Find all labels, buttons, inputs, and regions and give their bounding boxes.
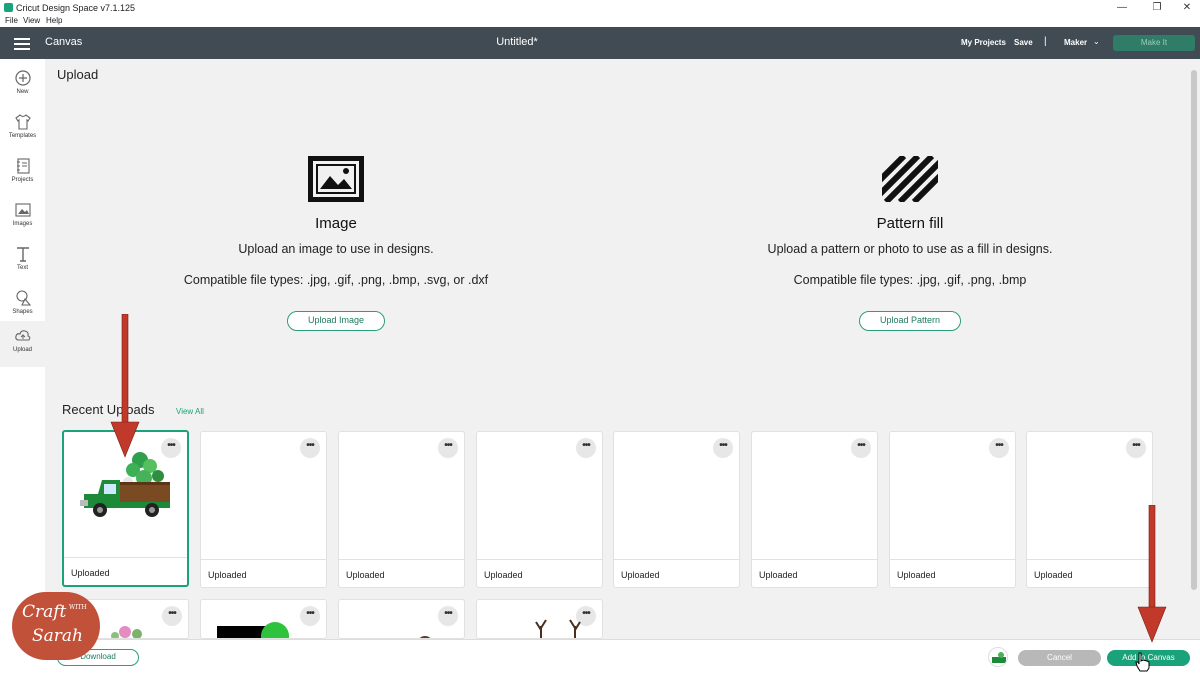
upload-card-label: Uploaded (1034, 570, 1073, 580)
view-all-link[interactable]: View All (176, 407, 204, 416)
sidebar-item-images[interactable]: Images (0, 195, 45, 239)
sidebar-item-templates[interactable]: Templates (0, 107, 45, 151)
sidebar-item-label: Templates (8, 133, 37, 139)
image-description: Upload an image to use in designs. (238, 242, 434, 256)
logo-line2: Sarah (32, 626, 83, 646)
text-icon (14, 245, 32, 263)
projects-icon (14, 157, 32, 175)
pattern-upload-section: Pattern fill Upload a pattern or photo t… (685, 156, 1135, 331)
upload-card[interactable]: ••• Uploaded (751, 431, 878, 588)
sidebar-item-label: Text (16, 265, 28, 271)
pattern-description: Upload a pattern or photo to use as a fi… (767, 242, 1053, 256)
shapes-icon (14, 289, 32, 307)
annotation-arrow-icon (110, 314, 140, 458)
sidebar-item-label: Upload (12, 347, 32, 353)
tshirt-icon (14, 113, 32, 131)
more-options-icon[interactable]: ••• (438, 438, 458, 458)
page-title: Upload (57, 67, 99, 82)
upload-pattern-button[interactable]: Upload Pattern (858, 311, 962, 331)
app-header: Canvas Untitled* My Projects Save | Make… (0, 27, 1200, 59)
sidebar-item-new[interactable]: New (0, 63, 45, 107)
upload-image-button[interactable]: Upload Image (286, 311, 386, 331)
upload-card-label: Uploaded (208, 570, 247, 580)
upload-card-label: Uploaded (759, 570, 798, 580)
annotation-arrow-icon (1137, 505, 1167, 643)
menu-help[interactable]: Help (46, 16, 62, 25)
save-link[interactable]: Save (1014, 38, 1033, 47)
upload-card[interactable]: ••• (476, 599, 603, 639)
image-icon (14, 201, 32, 219)
craft-with-sarah-logo: Craft WITH Sarah (12, 592, 100, 660)
make-it-button[interactable]: Make It (1113, 35, 1195, 51)
cancel-button[interactable]: Cancel (1018, 650, 1101, 666)
app-icon (4, 3, 13, 12)
upload-card[interactable]: ••• Uploaded (200, 431, 327, 588)
upload-card[interactable]: ••• Uploaded (476, 431, 603, 588)
menu-bar: File View Help (0, 16, 1200, 27)
logo-line1: Craft (22, 602, 67, 622)
upload-card-label: Uploaded (484, 570, 523, 580)
more-options-icon[interactable]: ••• (438, 606, 458, 626)
image-heading: Image (315, 215, 357, 232)
document-title: Untitled* (496, 36, 538, 48)
upload-card-label: Uploaded (346, 570, 385, 580)
machine-select[interactable]: Maker (1064, 38, 1087, 47)
minimize-button[interactable]: — (1111, 1, 1133, 15)
upload-card[interactable]: ••• Uploaded (889, 431, 1016, 588)
pattern-heading: Pattern fill (876, 215, 944, 232)
more-options-icon[interactable]: ••• (851, 438, 871, 458)
upload-card-label: Uploaded (621, 570, 660, 580)
header-separator: | (1044, 36, 1047, 47)
os-title-bar: Cricut Design Space v7.1.125 — ❐ ✕ (0, 0, 1200, 16)
sidebar-item-text[interactable]: Text (0, 239, 45, 283)
sidebar-item-label: Shapes (12, 309, 33, 315)
selected-image-preview (988, 647, 1008, 667)
logo-with: WITH (69, 604, 87, 611)
upload-card[interactable]: ••• (338, 599, 465, 639)
sidebar-item-label: New (16, 89, 29, 95)
pattern-fill-icon (882, 156, 938, 202)
window-title: Cricut Design Space v7.1.125 (16, 3, 136, 13)
sidebar-item-label: Projects (11, 177, 34, 183)
close-button[interactable]: ✕ (1176, 1, 1198, 15)
image-file-types: Compatible file types: .jpg, .gif, .png,… (183, 273, 489, 287)
pattern-file-types: Compatible file types: .jpg, .gif, .png,… (793, 273, 1027, 287)
sidebar-item-upload[interactable]: Upload (0, 321, 45, 367)
more-options-icon[interactable]: ••• (300, 438, 320, 458)
my-projects-link[interactable]: My Projects (961, 38, 1006, 47)
hand-cursor-icon (1135, 652, 1150, 672)
antlers-thumbnail (535, 619, 581, 638)
plus-circle-icon (14, 69, 32, 87)
more-options-icon[interactable]: ••• (162, 606, 182, 626)
upload-card-label: Uploaded (897, 570, 936, 580)
sidebar-item-label: Images (12, 221, 33, 227)
upload-card[interactable]: ••• Uploaded (1026, 431, 1153, 588)
image-upload-section: Image Upload an image to use in designs.… (111, 156, 561, 331)
recent-uploads-title: Recent Uploads (62, 402, 155, 417)
more-options-icon[interactable]: ••• (989, 438, 1009, 458)
more-options-icon[interactable]: ••• (576, 438, 596, 458)
upload-card[interactable]: ••• Uploaded (613, 431, 740, 588)
image-icon (308, 156, 364, 202)
vertical-scrollbar[interactable] (1190, 62, 1198, 634)
cloud-upload-icon (14, 327, 32, 345)
upload-card[interactable]: ••• (200, 599, 327, 639)
more-options-icon[interactable]: ••• (1126, 438, 1146, 458)
menu-file[interactable]: File (5, 16, 18, 25)
more-options-icon[interactable]: ••• (713, 438, 733, 458)
chevron-down-icon[interactable]: ⌄ (1093, 37, 1100, 46)
upload-card[interactable]: ••• Uploaded (338, 431, 465, 588)
more-options-icon[interactable]: ••• (300, 606, 320, 626)
left-sidebar: New Templates Projects Images Text Shape… (0, 59, 45, 674)
sidebar-item-projects[interactable]: Projects (0, 151, 45, 195)
floral-thumbnail (111, 626, 142, 638)
menu-view[interactable]: View (23, 16, 40, 25)
scrollbar-thumb[interactable] (1191, 70, 1197, 590)
green-glitter-thumbnail (261, 622, 289, 638)
maximize-button[interactable]: ❐ (1146, 1, 1168, 15)
upload-card-label: Uploaded (71, 568, 110, 578)
